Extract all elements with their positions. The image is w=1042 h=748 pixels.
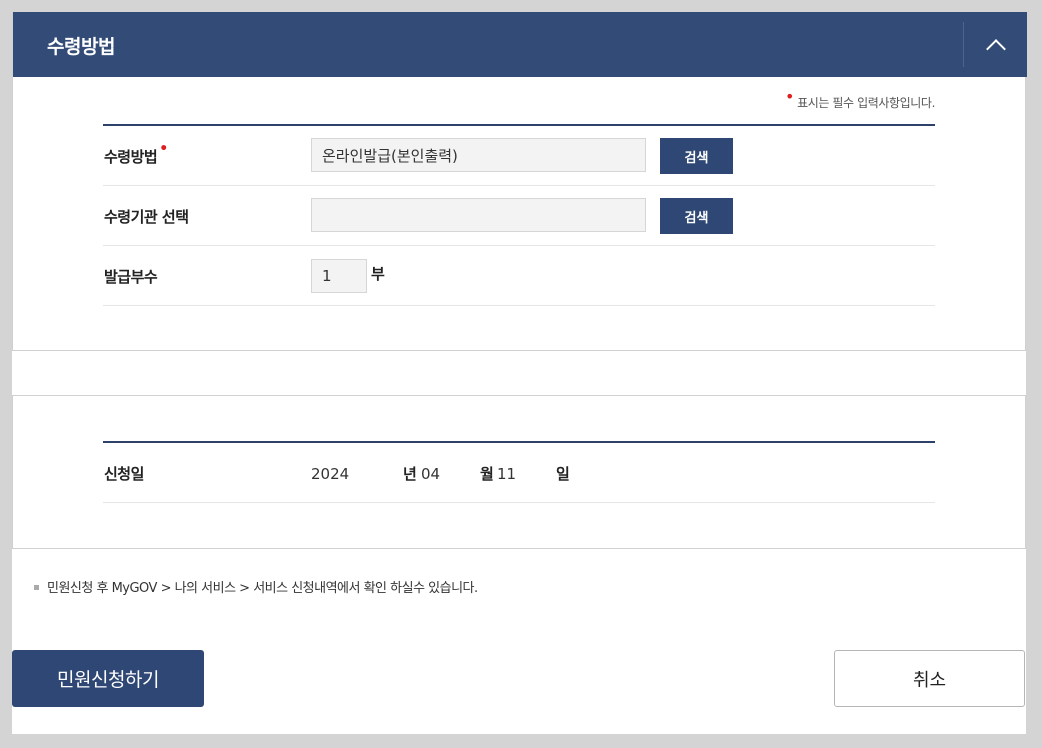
receipt-method-label: 수령방법 •: [104, 141, 168, 166]
section-header: 수령방법: [13, 12, 1027, 77]
receiving-agency-search-button[interactable]: 검색: [660, 198, 733, 234]
date-table: 신청일 2024 년 04 월 11 일: [103, 441, 935, 503]
info-note-text: 민원신청 후 MyGOV > 나의 서비스 > 서비스 신청내역에서 확인 하실…: [47, 581, 478, 596]
receipt-method-section: 수령방법 •표시는 필수 입력사항입니다. 수령방법• 검색 수령기관 선택: [12, 12, 1027, 351]
chevron-up-icon: [985, 38, 1006, 59]
required-note-text: 표시는 필수 입력사항입니다.: [797, 96, 935, 110]
cancel-button[interactable]: 취소: [834, 650, 1025, 707]
month-unit: 월: [480, 465, 494, 483]
application-date-label: 신청일: [104, 465, 144, 483]
required-dot-icon: •: [785, 87, 795, 106]
submit-application-button[interactable]: 민원신청하기: [12, 650, 204, 707]
required-note: • 표시는 필수 입력사항입니다.: [785, 87, 935, 111]
page-content: 수령방법 •표시는 필수 입력사항입니다. 수령방법• 검색 수령기관 선택: [12, 12, 1027, 734]
receiving-agency-label: 수령기관 선택: [104, 208, 189, 226]
year-unit: 년: [403, 465, 417, 483]
copies-unit: 부: [371, 265, 385, 283]
day-unit: 일: [556, 465, 570, 483]
section-title: 수령방법: [47, 36, 115, 58]
month-value: 04: [421, 465, 441, 483]
receiving-agency-field[interactable]: [311, 198, 646, 232]
copies-input[interactable]: [311, 259, 367, 293]
bullet-icon: [34, 585, 39, 590]
application-date-row: 신청일 2024 년 04 월 11 일: [103, 443, 935, 503]
day-value: 11: [497, 465, 517, 483]
receipt-method-field[interactable]: [311, 138, 646, 172]
collapse-toggle-button[interactable]: [964, 12, 1027, 77]
copies-label: 발급부수: [104, 268, 158, 286]
receipt-form-table: 수령방법• 검색 수령기관 선택 검색 발급부수 부: [103, 124, 935, 306]
info-note: 민원신청 후 MyGOV > 나의 서비스 > 서비스 신청내역에서 확인 하실…: [34, 577, 478, 596]
form-row-copies: 발급부수 부: [103, 246, 935, 306]
year-value: 2024: [311, 465, 350, 483]
form-row-receiving-agency: 수령기관 선택 검색: [103, 186, 935, 246]
required-dot-icon: •: [159, 141, 168, 157]
page-frame: 수령방법 •표시는 필수 입력사항입니다. 수령방법• 검색 수령기관 선택: [0, 0, 1042, 748]
receipt-method-search-button[interactable]: 검색: [660, 138, 733, 174]
form-row-receipt-method: 수령방법• 검색: [103, 126, 935, 186]
application-date-section: 신청일 2024 년 04 월 11 일: [12, 395, 1026, 549]
